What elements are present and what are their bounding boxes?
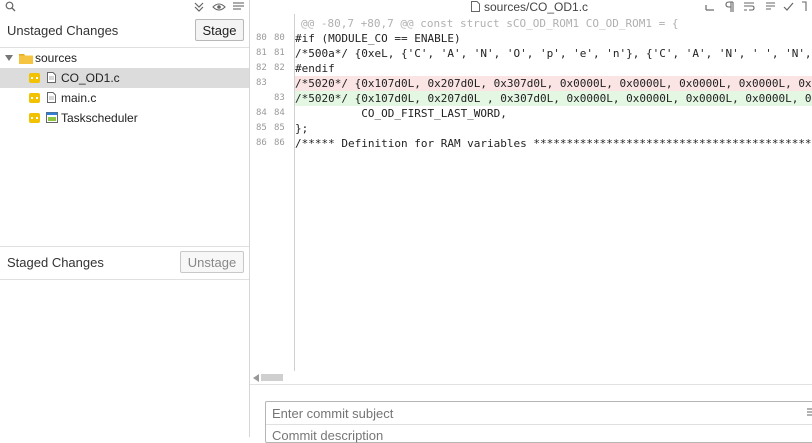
stage-button[interactable]: Stage — [195, 19, 244, 41]
divider — [266, 424, 812, 425]
whitespace-icon[interactable] — [765, 1, 776, 12]
stage-hunk-icon[interactable] — [783, 1, 794, 12]
list-icon[interactable] — [233, 2, 244, 12]
diff-title-bar: sources/CO_OD1.c — [250, 0, 812, 14]
tree-file-main[interactable]: main.c — [0, 88, 249, 108]
diff-panel: sources/CO_OD1.c 80 80 81 81 82 82 83 83 84 84 85 8… — [250, 0, 812, 443]
diff-line-context: /***** Definition for RAM variables ****… — [295, 137, 812, 150]
diff-code-area[interactable]: @@ -80,7 +80,7 @@ const struct sCO_OD_RO… — [250, 14, 812, 371]
scroll-left-icon[interactable] — [253, 374, 259, 382]
application-icon — [46, 112, 58, 123]
folder-icon — [19, 54, 33, 64]
tree-folder-sources[interactable]: sources — [0, 48, 249, 68]
commit-area: Commit description — [250, 384, 812, 443]
file-icon — [471, 1, 480, 12]
tree-item-label: CO_OD1.c — [61, 71, 120, 85]
left-toolbar — [0, 0, 249, 14]
modified-badge-icon — [29, 113, 40, 123]
commit-description-input[interactable]: Commit description — [272, 428, 383, 443]
commit-subject-input[interactable] — [266, 402, 802, 424]
tree-file-taskscheduler[interactable]: Taskscheduler — [0, 108, 249, 128]
diff-line-context: /*500a*/ {0xeL, {'C', 'A', 'N', 'O', 'p'… — [295, 47, 812, 60]
diff-line-added: /*5020*/ {0x107d0L, 0x207d0L , 0x307d0L,… — [295, 91, 812, 106]
wrap-icon[interactable] — [744, 1, 755, 12]
diff-line-removed: /*5020*/ {0x107d0L, 0x207d0L, 0x307d0L, … — [295, 76, 812, 91]
expand-arrow-icon[interactable] — [5, 55, 13, 61]
staged-title: Staged Changes — [7, 255, 104, 270]
unstaged-header: Unstaged Changes Stage — [0, 15, 249, 47]
collapse-all-icon[interactable] — [193, 1, 205, 13]
tree-item-label: main.c — [61, 91, 97, 105]
staged-header: Staged Changes Unstage — [0, 247, 249, 279]
list-icon[interactable] — [807, 408, 812, 416]
eye-icon[interactable] — [212, 2, 226, 12]
diff-line-context: #endif — [295, 62, 335, 75]
modified-badge-icon — [29, 93, 40, 103]
left-panel: Unstaged Changes Stage sources CO_OD1.c … — [0, 0, 250, 437]
minimize-icon[interactable] — [705, 2, 715, 12]
tree-item-label: Taskscheduler — [61, 111, 138, 125]
divider — [0, 279, 249, 280]
diff-file-path: sources/CO_OD1.c — [484, 0, 589, 14]
hunk-header: @@ -80,7 +80,7 @@ const struct sCO_OD_RO… — [301, 17, 679, 30]
horizontal-scrollbar[interactable] — [250, 372, 812, 384]
tree-file-co-od1[interactable]: CO_OD1.c — [0, 68, 249, 88]
unstaged-title: Unstaged Changes — [7, 23, 119, 38]
search-icon[interactable] — [5, 1, 16, 12]
tree-item-label: sources — [35, 51, 78, 65]
unstage-button[interactable]: Unstage — [180, 251, 244, 273]
more-icon[interactable] — [801, 1, 811, 12]
file-icon — [47, 72, 56, 83]
scrollbar-thumb[interactable] — [261, 374, 283, 381]
file-icon — [47, 92, 56, 103]
diff-line-context: CO_OD_FIRST_LAST_WORD, — [295, 107, 507, 120]
diff-line-context: }; — [295, 122, 309, 135]
modified-badge-icon — [29, 73, 40, 83]
diff-line-context: #if (MODULE_CO == ENABLE) — [295, 32, 461, 45]
pilcrow-icon[interactable] — [725, 1, 735, 12]
